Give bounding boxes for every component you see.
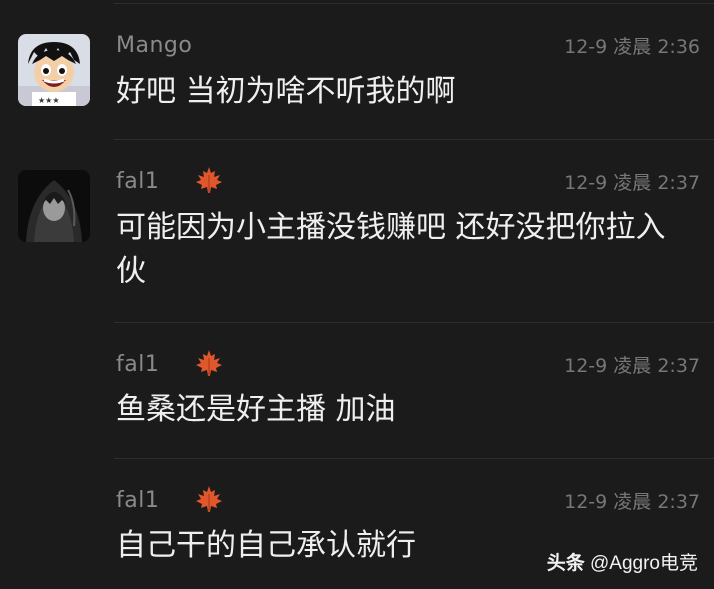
timestamp: 12-9 凌晨 2:37: [564, 491, 700, 513]
timestamp: 12-9 凌晨 2:36: [564, 36, 700, 58]
maple-leaf-icon: [196, 486, 222, 512]
top-divider: [114, 3, 714, 4]
luffy-avatar-icon: ★★★: [18, 34, 90, 106]
timestamp: 12-9 凌晨 2:37: [564, 355, 700, 377]
divider: [114, 458, 714, 459]
comment-text: 鱼桑还是好主播 加油: [116, 392, 396, 427]
watermark-handle: @Aggro电竞: [590, 553, 698, 574]
watermark: 头条 @Aggro电竞: [547, 548, 698, 575]
maple-leaf-icon: [196, 167, 222, 193]
comment-text: 可能因为小主播没钱赚吧 还好没把你拉入伙: [116, 210, 666, 289]
hooded-figure-avatar-icon: [18, 170, 90, 242]
maple-leaf-icon: [196, 350, 222, 376]
watermark-brand: 头条: [546, 553, 585, 574]
username[interactable]: fal1: [116, 488, 159, 513]
username[interactable]: Mango: [116, 33, 192, 58]
username[interactable]: fal1: [116, 352, 159, 377]
divider: [114, 139, 714, 140]
timestamp: 12-9 凌晨 2:37: [564, 172, 700, 194]
user-avatar[interactable]: ★★★: [18, 34, 90, 106]
divider: [114, 322, 714, 323]
username[interactable]: fal1: [116, 169, 159, 194]
svg-text:★★★: ★★★: [38, 96, 60, 105]
user-avatar[interactable]: [18, 170, 90, 242]
comment-text: 好吧 当初为啥不听我的啊: [116, 74, 456, 109]
